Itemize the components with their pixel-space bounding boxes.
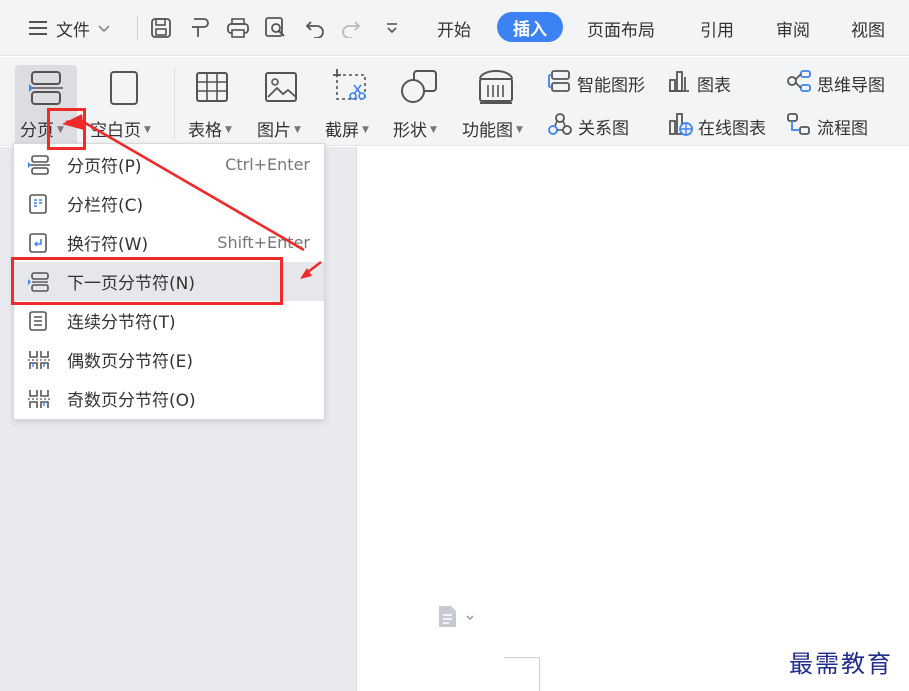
ribbon-divider <box>174 67 175 139</box>
table-button[interactable]: 表格 ▼ <box>188 116 232 141</box>
format-painter-icon[interactable] <box>189 0 211 56</box>
screenshot-button[interactable]: 截屏 ▼ <box>325 116 369 141</box>
undo-icon[interactable] <box>304 0 326 56</box>
mind-map-icon <box>786 69 812 97</box>
picture-icon[interactable] <box>264 71 298 107</box>
chart-label: 图表 <box>697 75 731 96</box>
smart-art-button[interactable]: 智能图形 <box>547 70 645 96</box>
smart-art-icon <box>547 69 571 97</box>
menu-item-continuous-section-break[interactable]: 连续分节符(T) <box>14 301 324 340</box>
blank-page-button[interactable]: 空白页 ▼ <box>90 116 151 141</box>
mind-map-label: 思维导图 <box>817 75 885 96</box>
flow-chart-label: 流程图 <box>817 118 868 139</box>
column-break-icon <box>28 194 48 214</box>
redo-icon[interactable] <box>340 0 362 56</box>
tab-review[interactable]: 审阅 <box>776 0 810 56</box>
tab-insert[interactable]: 插入 <box>497 12 563 42</box>
tab-view[interactable]: 视图 <box>851 0 885 56</box>
hamburger-menu-icon <box>28 20 48 36</box>
picture-button[interactable]: 图片 ▼ <box>257 116 301 141</box>
page-break-icon <box>28 155 50 175</box>
flow-chart-button[interactable]: 流程图 <box>786 113 868 139</box>
relation-chart-button[interactable]: 关系图 <box>547 113 629 139</box>
shapes-button[interactable]: 形状 ▼ <box>393 116 437 141</box>
menu-item-line-break[interactable]: 换行符(W) Shift+Enter <box>14 223 324 262</box>
document-options-icon[interactable] <box>436 604 476 634</box>
shortcut-label: Shift+Enter <box>217 233 310 252</box>
page-break-icon <box>29 70 63 110</box>
online-chart-button[interactable]: 在线图表 <box>667 113 766 139</box>
menu-item-page-break[interactable]: 分页符(P) Ctrl+Enter <box>14 145 324 184</box>
screenshot-icon[interactable] <box>333 69 369 109</box>
print-icon[interactable] <box>226 0 250 56</box>
shortcut-label: Ctrl+Enter <box>225 155 310 174</box>
chart-button[interactable]: 图表 <box>667 70 731 96</box>
mind-map-button[interactable]: 思维导图 <box>786 70 885 96</box>
chevron-down-icon <box>98 18 110 38</box>
page-break-label: 分页 ▼ <box>20 121 64 141</box>
blank-page-icon[interactable] <box>109 70 139 110</box>
line-break-icon <box>28 233 48 253</box>
menu-item-column-break[interactable]: 分栏符(C) <box>14 184 324 223</box>
print-preview-icon[interactable] <box>264 0 288 56</box>
odd-page-section-icon <box>28 389 50 409</box>
page-margin-mark <box>504 657 540 691</box>
toolbar-divider <box>137 16 138 40</box>
even-page-section-icon <box>28 350 50 370</box>
title-bar: 文件 开始 插入 页面布局 引用 审阅 视图 <box>0 0 909 56</box>
relation-chart-label: 关系图 <box>578 118 629 139</box>
file-menu-button[interactable]: 文件 <box>28 0 110 56</box>
continuous-section-icon <box>28 311 48 331</box>
next-page-section-icon <box>28 272 49 292</box>
relation-chart-icon <box>547 112 573 140</box>
save-icon[interactable] <box>150 0 172 56</box>
online-chart-label: 在线图表 <box>698 118 766 139</box>
menu-item-odd-page-section-break[interactable]: 奇数页分节符(O) <box>14 379 324 418</box>
tab-references[interactable]: 引用 <box>700 0 734 56</box>
smart-art-label: 智能图形 <box>577 75 645 96</box>
table-icon[interactable] <box>195 71 229 107</box>
customize-toolbar-icon[interactable] <box>385 0 399 56</box>
bar-chart-icon <box>667 69 691 97</box>
function-chart-icon[interactable] <box>476 69 516 109</box>
tab-home[interactable]: 开始 <box>437 0 471 56</box>
file-menu-label: 文件 <box>56 20 90 41</box>
tab-page-layout[interactable]: 页面布局 <box>587 0 655 56</box>
shapes-icon[interactable] <box>400 69 438 109</box>
page-break-dropdown: 分页符(P) Ctrl+Enter 分栏符(C) 换行符(W) Shift+En… <box>13 143 325 420</box>
menu-item-next-page-section-break[interactable]: 下一页分节符(N) <box>14 262 324 301</box>
flow-chart-icon <box>786 112 812 140</box>
menu-item-even-page-section-break[interactable]: 偶数页分节符(E) <box>14 340 324 379</box>
watermark-text: 最需教育 <box>789 650 893 678</box>
online-chart-icon <box>667 111 693 141</box>
function-chart-button[interactable]: 功能图 ▼ <box>462 116 523 141</box>
insert-ribbon: 分页 ▼ 空白页 ▼ 表格 ▼ 图片 ▼ 截屏 ▼ 形状 ▼ 功能图 ▼ 智能图形 图表 思维… <box>0 57 909 147</box>
